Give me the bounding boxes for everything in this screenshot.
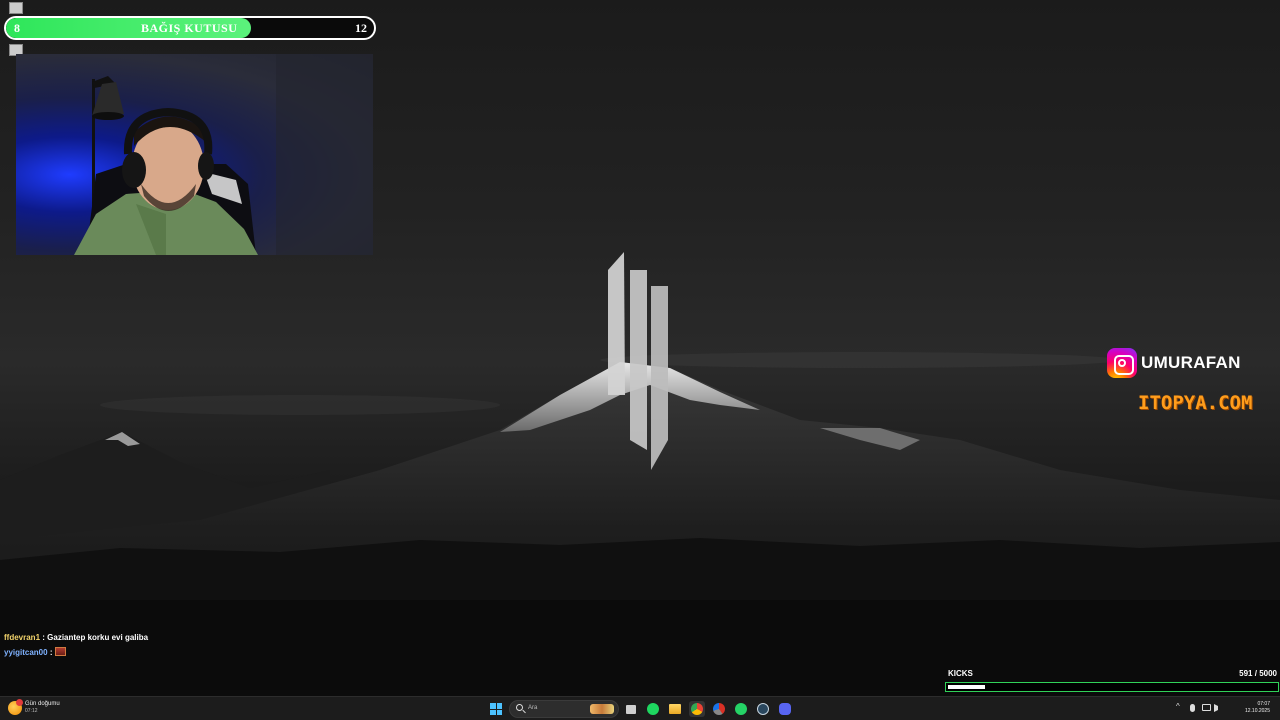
chat-overlay: ffdevran1 : Gaziantep korku evi galiba y… <box>4 630 148 660</box>
clock-date: 12.10.2025 <box>1244 708 1270 714</box>
sunrise-icon <box>8 698 23 715</box>
desktop-icon[interactable] <box>4 2 28 15</box>
weather-time: 07:12 <box>25 708 38 714</box>
app-icon <box>9 2 23 14</box>
weather-title: Gün doğumu <box>25 701 60 707</box>
steam-icon <box>757 703 769 715</box>
discord-icon <box>779 703 791 715</box>
taskbar-search[interactable]: Ara <box>509 700 619 718</box>
steam-button[interactable] <box>755 701 771 717</box>
clock-time: 07:07 <box>1257 701 1270 707</box>
chrome-icon <box>691 703 703 715</box>
search-highlight-image <box>590 704 614 714</box>
whatsapp-icon <box>735 703 747 715</box>
notification-badge <box>16 698 23 706</box>
network-icon[interactable] <box>1202 704 1211 711</box>
chat-message: ffdevran1 : Gaziantep korku evi galiba <box>4 630 148 645</box>
donation-goal: 12 <box>355 21 367 35</box>
kicks-current: 591 <box>1239 669 1253 678</box>
streamer-webcam-image <box>74 54 373 255</box>
kicks-progress-fill <box>948 685 986 689</box>
file-explorer-button[interactable] <box>667 701 683 717</box>
kicks-label: KICKS <box>948 669 973 678</box>
chrome-button[interactable] <box>689 701 705 717</box>
chevron-up-icon[interactable]: ^ <box>1176 702 1185 711</box>
system-tray: ^ 07:07 12.10.2025 <box>1170 697 1280 720</box>
task-view-icon <box>626 704 636 714</box>
task-view-button[interactable] <box>623 701 639 717</box>
instagram-handle: UMURAFAN <box>1141 353 1241 372</box>
volume-icon[interactable] <box>1214 704 1222 712</box>
discord-button[interactable] <box>777 701 793 717</box>
kicks-progress-bar <box>945 682 1279 692</box>
clock[interactable]: 07:07 12.10.2025 <box>1245 701 1270 715</box>
kicks-count: 591 / 5000 <box>1239 669 1277 678</box>
taskbar: Gün doğumu 07:12 Ara ^ 07:07 12.10.2025 <box>0 696 1280 720</box>
file-explorer-icon <box>669 704 681 714</box>
whatsapp-button[interactable] <box>733 701 749 717</box>
donation-title: BAĞIŞ KUTUSU <box>141 21 238 35</box>
kicks-goal-value: / 5000 <box>1254 669 1277 678</box>
donation-progress-bar: 8 BAĞIŞ KUTUSU 12 <box>4 16 376 40</box>
instagram-icon <box>1107 348 1137 378</box>
start-button[interactable] <box>488 701 504 717</box>
chat-emote-icon <box>54 647 66 656</box>
microphone-icon[interactable] <box>1190 704 1195 712</box>
chat-message: yyigitcan00 : <box>4 645 148 660</box>
search-placeholder: Ara <box>528 705 538 711</box>
weather-widget[interactable]: Gün doğumu 07:12 <box>8 698 60 715</box>
spotify-button[interactable] <box>645 701 661 717</box>
instagram-overlay: UMURAFAN <box>1107 348 1241 378</box>
browser-button[interactable] <box>711 701 727 717</box>
windows-start-icon <box>490 703 502 715</box>
webcam-feed <box>16 54 373 255</box>
donation-current: 8 <box>14 21 20 35</box>
spotify-icon <box>647 703 659 715</box>
search-icon <box>516 704 523 711</box>
sponsor-website: ITOPYA.COM <box>1138 392 1253 414</box>
browser-icon <box>713 703 725 715</box>
chat-username: ffdevran1 <box>4 633 41 642</box>
chat-username: yyigitcan00 <box>4 648 48 657</box>
chat-text: Gaziantep korku evi galiba <box>47 633 149 642</box>
